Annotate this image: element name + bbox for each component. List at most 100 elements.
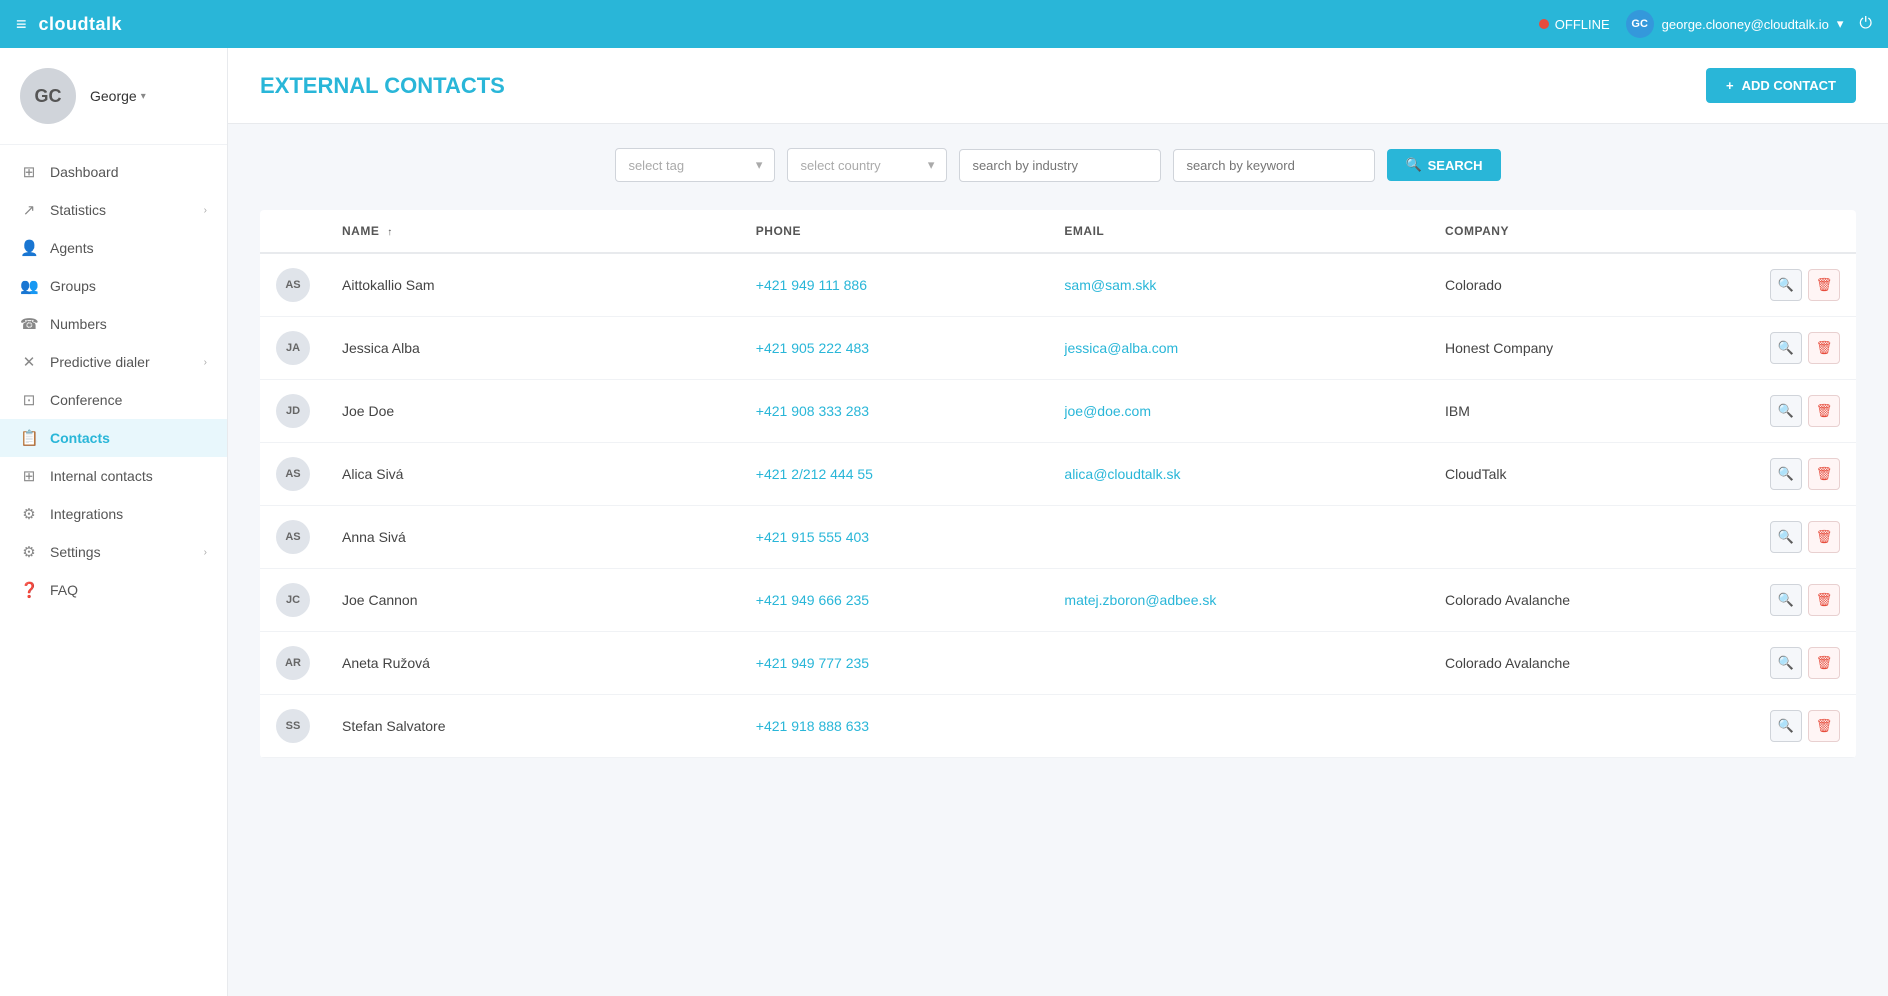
brand-logo: cloudtalk [39, 14, 123, 35]
status-dot [1539, 19, 1549, 29]
contact-email[interactable]: matej.zboron@adbee.sk [1064, 592, 1216, 608]
contact-company-cell: Colorado [1429, 253, 1754, 317]
contact-phone[interactable]: +421 905 222 483 [756, 340, 869, 356]
chevron-icon: › [204, 357, 207, 368]
view-contact-button[interactable]: 🔍 [1770, 332, 1802, 364]
contact-avatar: AS [276, 457, 310, 491]
integrations-icon: ⚙ [20, 505, 38, 523]
contact-avatar: AS [276, 268, 310, 302]
sidebar-item-contacts[interactable]: 📋 Contacts [0, 419, 227, 457]
contact-email[interactable]: sam@sam.skk [1064, 277, 1156, 293]
industry-input[interactable] [959, 149, 1161, 182]
status-indicator: OFFLINE [1539, 17, 1610, 32]
contact-company-cell: IBM [1429, 380, 1754, 443]
user-email: george.clooney@cloudtalk.io [1662, 17, 1829, 32]
sidebar-item-integrations[interactable]: ⚙ Integrations [0, 495, 227, 533]
add-contact-icon: + [1726, 78, 1734, 93]
delete-contact-button[interactable]: 🗑 [1808, 458, 1840, 490]
contact-name-cell: Stefan Salvatore [326, 695, 740, 758]
chevron-icon: › [204, 205, 207, 216]
country-dropdown-arrow-icon: ▾ [928, 157, 935, 173]
col-phone-header: PHONE [740, 210, 1049, 253]
col-avatar [260, 210, 326, 253]
col-name-header[interactable]: NAME ↑ [326, 210, 740, 253]
view-contact-button[interactable]: 🔍 [1770, 710, 1802, 742]
top-nav: ≡ cloudtalk OFFLINE GC george.clooney@cl… [0, 0, 1888, 48]
tag-select-label: select tag [628, 158, 684, 173]
sidebar-item-label: Conference [50, 392, 122, 408]
view-contact-button[interactable]: 🔍 [1770, 521, 1802, 553]
user-badge[interactable]: GC george.clooney@cloudtalk.io ▾ [1626, 10, 1844, 38]
sidebar-profile: GC George ▾ [0, 48, 227, 145]
contact-phone[interactable]: +421 949 666 235 [756, 592, 869, 608]
country-select[interactable]: select country ▾ [787, 148, 947, 182]
table-header: NAME ↑ PHONE EMAIL COMPANY [260, 210, 1856, 253]
country-select-label: select country [800, 158, 880, 173]
delete-contact-button[interactable]: 🗑 [1808, 584, 1840, 616]
contact-actions-cell: 🔍 🗑 [1754, 695, 1856, 758]
contact-name-cell: Joe Cannon [326, 569, 740, 632]
tag-select[interactable]: select tag ▾ [615, 148, 775, 182]
contact-avatar: JA [276, 331, 310, 365]
table-row: AR Aneta Ružová +421 949 777 235 Colorad… [260, 632, 1856, 695]
contact-phone-cell: +421 949 777 235 [740, 632, 1049, 695]
contact-phone[interactable]: +421 2/212 444 55 [756, 466, 873, 482]
power-button[interactable]: ⏻ [1859, 15, 1872, 33]
profile-chevron-icon: ▾ [141, 91, 146, 102]
search-icon: 🔍 [1405, 157, 1421, 173]
contact-actions-cell: 🔍 🗑 [1754, 506, 1856, 569]
contacts-tbody: AS Aittokallio Sam +421 949 111 886 sam@… [260, 253, 1856, 758]
delete-contact-button[interactable]: 🗑 [1808, 395, 1840, 427]
sidebar-item-numbers[interactable]: ☎ Numbers [0, 305, 227, 343]
content-area: select tag ▾ select country ▾ 🔍 SEARCH [228, 124, 1888, 782]
contact-phone[interactable]: +421 949 777 235 [756, 655, 869, 671]
search-label: SEARCH [1428, 158, 1483, 173]
view-contact-button[interactable]: 🔍 [1770, 395, 1802, 427]
delete-contact-button[interactable]: 🗑 [1808, 332, 1840, 364]
sidebar-item-groups[interactable]: 👥 Groups [0, 267, 227, 305]
delete-contact-button[interactable]: 🗑 [1808, 269, 1840, 301]
contact-avatar: JC [276, 583, 310, 617]
groups-icon: 👥 [20, 277, 38, 295]
sidebar-item-settings[interactable]: ⚙ Settings › [0, 533, 227, 571]
add-contact-label: ADD CONTACT [1742, 78, 1836, 93]
sidebar-item-predictive_dialer[interactable]: ✕ Predictive dialer › [0, 343, 227, 381]
add-contact-button[interactable]: + ADD CONTACT [1706, 68, 1856, 103]
table-row: AS Alica Sivá +421 2/212 444 55 alica@cl… [260, 443, 1856, 506]
contact-avatar-cell: AS [260, 253, 326, 317]
sidebar-item-internal_contacts[interactable]: ⊞ Internal contacts [0, 457, 227, 495]
delete-contact-button[interactable]: 🗑 [1808, 710, 1840, 742]
hamburger-icon[interactable]: ≡ [16, 14, 27, 35]
contact-avatar: SS [276, 709, 310, 743]
sidebar-item-label: Integrations [50, 506, 123, 522]
contact-phone[interactable]: +421 915 555 403 [756, 529, 869, 545]
view-contact-button[interactable]: 🔍 [1770, 647, 1802, 679]
contact-phone[interactable]: +421 949 111 886 [756, 277, 867, 293]
sidebar-item-agents[interactable]: 👤 Agents [0, 229, 227, 267]
contact-email[interactable]: jessica@alba.com [1064, 340, 1178, 356]
sidebar-item-statistics[interactable]: ↗ Statistics › [0, 191, 227, 229]
delete-contact-button[interactable]: 🗑 [1808, 521, 1840, 553]
sidebar-item-conference[interactable]: ⊡ Conference [0, 381, 227, 419]
contact-company-cell: CloudTalk [1429, 443, 1754, 506]
contact-name-cell: Jessica Alba [326, 317, 740, 380]
sidebar-item-faq[interactable]: ❓ FAQ [0, 571, 227, 609]
chevron-icon: › [204, 547, 207, 558]
view-contact-button[interactable]: 🔍 [1770, 584, 1802, 616]
view-contact-button[interactable]: 🔍 [1770, 458, 1802, 490]
sidebar-item-label: Contacts [50, 430, 110, 446]
profile-name[interactable]: George ▾ [90, 88, 146, 104]
contact-phone[interactable]: +421 918 888 633 [756, 718, 869, 734]
contact-email-cell [1048, 632, 1429, 695]
contact-company-cell [1429, 695, 1754, 758]
contact-actions-cell: 🔍 🗑 [1754, 569, 1856, 632]
view-contact-button[interactable]: 🔍 [1770, 269, 1802, 301]
sidebar-item-dashboard[interactable]: ⊞ Dashboard [0, 153, 227, 191]
contact-phone[interactable]: +421 908 333 283 [756, 403, 869, 419]
contact-email[interactable]: alica@cloudtalk.sk [1064, 466, 1180, 482]
contact-email[interactable]: joe@doe.com [1064, 403, 1151, 419]
keyword-input[interactable] [1173, 149, 1375, 182]
search-button[interactable]: 🔍 SEARCH [1387, 149, 1500, 181]
delete-contact-button[interactable]: 🗑 [1808, 647, 1840, 679]
contact-actions-cell: 🔍 🗑 [1754, 443, 1856, 506]
